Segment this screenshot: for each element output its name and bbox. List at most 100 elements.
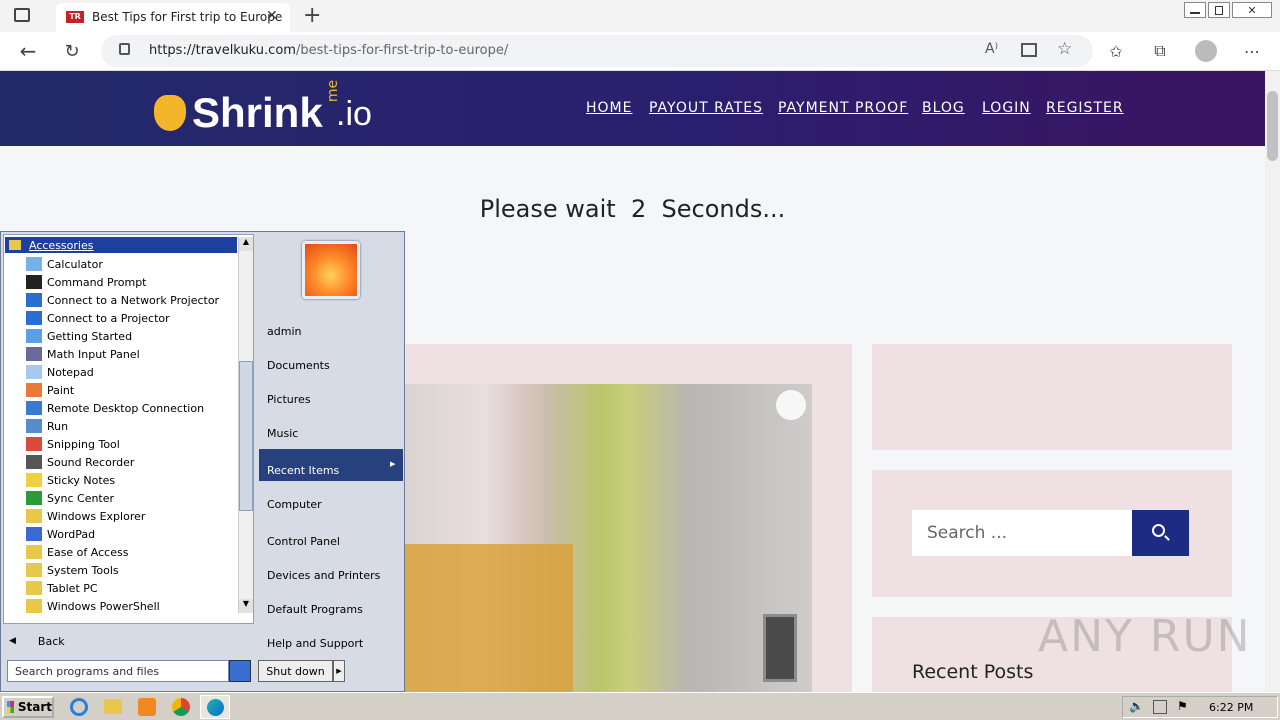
ie-icon[interactable] [70, 698, 88, 716]
start-right-item[interactable]: admin [267, 325, 301, 338]
scrollbar-thumb[interactable] [1267, 91, 1278, 161]
minimize-icon[interactable] [1184, 2, 1206, 18]
programs-scrollbar[interactable]: ▲ ▼ [238, 237, 253, 613]
address-bar[interactable]: https://travelkuku.com/best-tips-for-fir… [101, 35, 1093, 67]
program-icon [26, 437, 42, 451]
add-favorite-icon[interactable]: ☆ [1057, 39, 1072, 59]
program-item[interactable]: Sticky Notes [6, 471, 238, 489]
flag-icon[interactable]: ⚑ [1177, 699, 1188, 713]
clock[interactable]: 6:22 PM [1209, 701, 1253, 714]
scroll-down-icon[interactable]: ▼ [239, 599, 253, 613]
page-scrollbar[interactable] [1265, 71, 1280, 692]
edge-icon[interactable] [200, 695, 230, 719]
visual-search-icon[interactable] [776, 390, 806, 420]
network-icon[interactable] [1153, 700, 1167, 714]
program-icon [26, 563, 42, 577]
nav-payout-rates[interactable]: PAYOUT RATES [649, 100, 763, 116]
active-tab[interactable]: TR Best Tips for First trip to Europe ✕ [56, 3, 290, 32]
program-icon [26, 599, 42, 613]
user-picture[interactable] [302, 241, 360, 299]
url-host: https://travelkuku.com [149, 43, 296, 58]
program-label: Remote Desktop Connection [47, 401, 205, 415]
nav-register[interactable]: REGISTER [1046, 100, 1124, 116]
program-item[interactable]: Ease of Access [6, 543, 238, 561]
nav-blog[interactable]: BLOG [922, 100, 965, 116]
scroll-up-icon[interactable]: ▲ [239, 237, 253, 251]
program-item[interactable]: System Tools [6, 561, 238, 579]
start-right-item[interactable]: Default Programs [267, 603, 363, 616]
start-right-item[interactable]: Help and Support [267, 637, 363, 650]
intercom-shape [763, 614, 797, 682]
media-player-icon[interactable] [138, 698, 156, 716]
read-aloud-icon[interactable]: A⁾ [985, 41, 998, 57]
program-label: Getting Started [47, 329, 133, 343]
start-right-item[interactable]: Music [267, 427, 298, 440]
anyrun-watermark: ANY RUN [1038, 611, 1252, 662]
shutdown-button[interactable]: Shut down [258, 660, 333, 682]
back-icon[interactable]: ← [14, 37, 42, 65]
back-button[interactable]: ◀ Back [9, 632, 249, 650]
more-menu-icon[interactable]: ⋯ [1238, 37, 1266, 65]
refresh-icon[interactable]: ↻ [58, 37, 86, 65]
close-window-icon[interactable]: ✕ [1232, 2, 1272, 18]
program-item[interactable]: Snipping Tool [6, 435, 238, 453]
programs-list: Accessories Calculator Command Prompt Conn… [3, 234, 254, 624]
tram-shape [403, 544, 573, 692]
scroll-thumb[interactable] [239, 361, 253, 511]
program-item[interactable]: Calculator [6, 255, 238, 273]
nav-home[interactable]: HOME [586, 100, 632, 116]
folder-accessories[interactable]: Accessories [5, 237, 237, 253]
lock-icon[interactable] [119, 43, 130, 55]
search-input[interactable]: Search ... [912, 510, 1132, 556]
program-item[interactable]: Command Prompt [6, 273, 238, 291]
volume-icon[interactable]: 🔈 [1129, 699, 1144, 713]
program-icon [26, 455, 42, 469]
program-item[interactable]: Windows Explorer [6, 507, 238, 525]
explorer-icon[interactable] [104, 699, 122, 714]
program-item[interactable]: Windows PowerShell [6, 597, 238, 615]
start-search-icon[interactable] [229, 660, 251, 682]
start-search-input[interactable]: Search programs and files [7, 660, 229, 682]
start-right-item[interactable]: Control Panel [267, 535, 340, 548]
tab-actions-icon[interactable] [14, 8, 30, 22]
shutdown-options-icon[interactable]: ▶ [333, 660, 345, 682]
start-right-item[interactable]: Computer [267, 498, 322, 511]
chrome-icon[interactable] [172, 698, 190, 716]
restore-icon[interactable] [1208, 2, 1230, 18]
program-item[interactable]: Run [6, 417, 238, 435]
logo[interactable]: Shrink me .io [150, 80, 380, 139]
program-icon [26, 491, 42, 505]
program-item[interactable]: Paint [6, 381, 238, 399]
logo-text: Shrink [192, 89, 323, 136]
program-item[interactable]: Connect to a Network Projector [6, 291, 238, 309]
profile-avatar[interactable] [1195, 40, 1217, 62]
start-right-item[interactable]: Recent Items [267, 464, 339, 477]
logo-suffix: .io [336, 95, 372, 133]
program-item[interactable]: Notepad [6, 363, 238, 381]
close-tab-icon[interactable]: ✕ [266, 8, 278, 24]
start-right-item[interactable]: Pictures [267, 393, 311, 406]
program-item[interactable]: Sound Recorder [6, 453, 238, 471]
immersive-reader-icon[interactable] [1021, 43, 1037, 57]
start-right-item[interactable]: Documents [267, 359, 330, 372]
program-item[interactable]: Tablet PC [6, 579, 238, 597]
program-icon [26, 545, 42, 559]
program-label: Sync Center [47, 491, 115, 505]
start-right-item[interactable]: Devices and Printers [267, 569, 380, 582]
program-icon [26, 509, 42, 523]
program-item[interactable]: WordPad [6, 525, 238, 543]
program-item[interactable]: Math Input Panel [6, 345, 238, 363]
program-item[interactable]: Sync Center [6, 489, 238, 507]
new-tab-icon[interactable]: + [303, 3, 321, 28]
search-button[interactable] [1132, 510, 1189, 556]
nav-payment-proof[interactable]: PAYMENT PROOF [778, 100, 908, 116]
collections-icon[interactable]: ⧉ [1146, 37, 1174, 65]
program-item[interactable]: Getting Started [6, 327, 238, 345]
article-image[interactable] [403, 384, 812, 692]
program-label: WordPad [47, 527, 96, 541]
start-button[interactable]: Start [2, 696, 54, 718]
favorites-icon[interactable]: ✩ [1102, 37, 1130, 65]
nav-login[interactable]: LOGIN [982, 100, 1031, 116]
program-item[interactable]: Connect to a Projector [6, 309, 238, 327]
program-item[interactable]: Remote Desktop Connection [6, 399, 238, 417]
